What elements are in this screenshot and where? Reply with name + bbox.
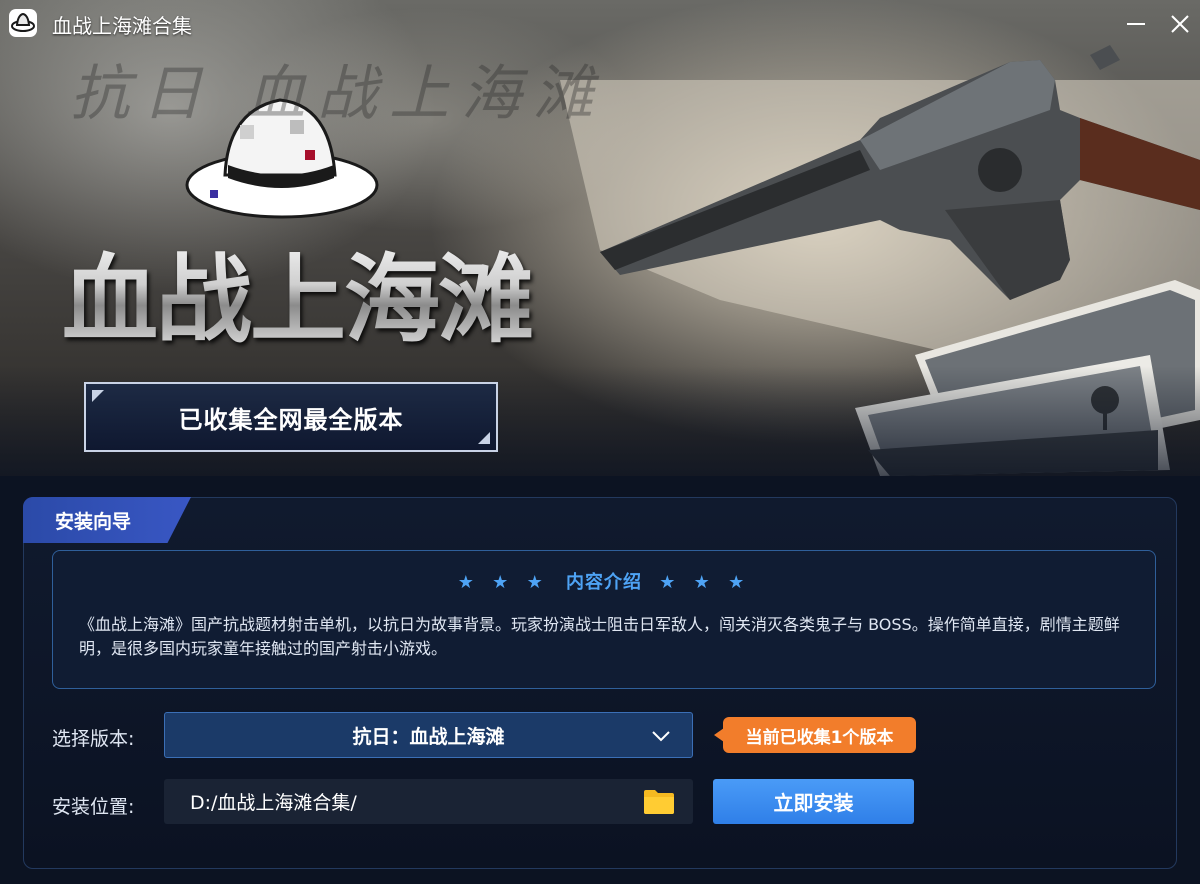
intro-description: 《血战上海滩》国产抗战题材射击单机，以抗日为故事背景。玩家扮演战士阻击日军敌人，… <box>79 615 1120 658</box>
tab-install-wizard: 安装向导 <box>23 497 191 543</box>
background-calligraphy: 抗日 血战上海滩 <box>70 59 606 129</box>
install-location-label: 安装位置: <box>52 796 135 818</box>
close-icon[interactable] <box>1168 12 1192 36</box>
badge-text: 已收集全网最全版本 <box>178 405 404 434</box>
version-select[interactable]: 抗日：血战上海滩 <box>164 712 693 758</box>
collected-versions-badge: 已收集全网最全版本 <box>84 382 498 452</box>
tab-label: 安装向导 <box>55 510 132 533</box>
intro-heading: ★ ★ ★ 内容介绍 ★ ★ ★ <box>53 568 1155 594</box>
version-selected-value: 抗日：血战上海滩 <box>352 725 505 748</box>
install-path-field[interactable]: D:/血战上海滩合集/ <box>164 779 693 824</box>
badge-corner-decoration <box>478 432 490 444</box>
folder-icon[interactable] <box>643 788 675 815</box>
badge-corner-decoration <box>92 390 104 402</box>
version-count-tag: 当前已收集1个版本 <box>714 717 916 753</box>
version-count-text: 当前已收集1个版本 <box>745 727 894 748</box>
install-now-button[interactable]: 立即安装 <box>713 779 914 824</box>
intro-heading-text: 内容介绍 <box>566 572 642 593</box>
install-path-value: D:/血战上海滩合集/ <box>190 792 357 814</box>
minimize-icon[interactable] <box>1124 12 1148 36</box>
install-wizard-panel: 安装向导 ★ ★ ★ 内容介绍 ★ ★ ★ 《血战上海滩》国产抗战题材射击单机，… <box>23 497 1177 869</box>
window-title: 血战上海滩合集 <box>52 14 192 38</box>
star-icons: ★ ★ ★ <box>457 572 549 593</box>
chevron-down-icon <box>652 731 670 742</box>
title-bar[interactable]: 血战上海滩合集 <box>0 0 1200 48</box>
app-icon <box>9 9 37 37</box>
content-intro-box: ★ ★ ★ 内容介绍 ★ ★ ★ 《血战上海滩》国产抗战题材射击单机，以抗日为故… <box>52 550 1156 689</box>
game-logo-title: 血战上海滩 <box>62 222 534 361</box>
star-icons: ★ ★ ★ <box>659 572 751 593</box>
version-label: 选择版本: <box>52 728 135 750</box>
banner: 抗日 血战上海滩 血战上海滩 已收集全网最全版本 <box>0 0 1200 476</box>
